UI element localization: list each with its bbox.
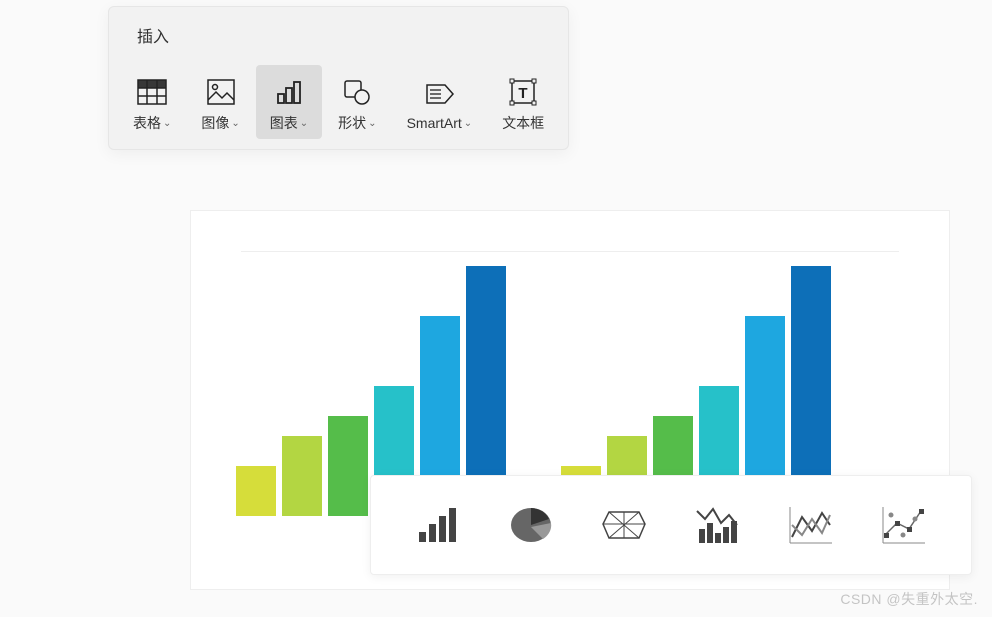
chart-icon	[275, 75, 303, 109]
smartart-icon	[423, 77, 455, 111]
smartart-label: SmartArt	[407, 115, 462, 131]
gridline	[241, 251, 899, 252]
ribbon-tab-insert[interactable]: 插入	[109, 7, 197, 59]
table-label: 表格	[133, 113, 161, 133]
chart-type-selector	[370, 475, 972, 575]
watermark: CSDN @失重外太空.	[840, 589, 978, 609]
chart-type-scatter[interactable]	[875, 496, 933, 554]
table-icon	[137, 75, 167, 109]
image-label: 图像	[201, 113, 229, 133]
shape-label: 形状	[338, 113, 366, 133]
image-button[interactable]: 图像⌄	[187, 65, 253, 139]
chevron-down-icon: ⌄	[163, 118, 171, 129]
chart-type-column[interactable]	[409, 496, 467, 554]
chart-type-pie[interactable]	[502, 496, 560, 554]
chevron-down-icon: ⌄	[300, 118, 308, 129]
ribbon-items: 表格⌄ 图像⌄ 图表⌄ 形状⌄ SmartArt⌄	[109, 59, 568, 149]
textbox-label: 文本框	[502, 113, 544, 133]
smartart-button[interactable]: SmartArt⌄	[393, 65, 487, 139]
chart-type-line[interactable]	[782, 496, 840, 554]
chevron-down-icon: ⌄	[368, 118, 376, 129]
bar	[236, 466, 276, 516]
textbox-button[interactable]: T 文本框	[488, 65, 558, 139]
chart-label: 图表	[270, 113, 298, 133]
chart-type-histogram[interactable]	[689, 496, 747, 554]
table-button[interactable]: 表格⌄	[119, 65, 185, 139]
chart-button[interactable]: 图表⌄	[256, 65, 322, 139]
image-icon	[207, 75, 235, 109]
chevron-down-icon: ⌄	[464, 118, 472, 129]
chart-type-3d[interactable]	[595, 496, 653, 554]
bar	[282, 436, 322, 516]
chevron-down-icon: ⌄	[231, 118, 239, 129]
shape-icon	[342, 75, 372, 109]
insert-ribbon: 插入 表格⌄ 图像⌄ 图表⌄ 形状⌄	[108, 6, 569, 150]
bar	[328, 416, 368, 516]
shape-button[interactable]: 形状⌄	[324, 65, 390, 139]
svg-text:T: T	[519, 85, 528, 102]
textbox-icon: T	[509, 75, 537, 109]
